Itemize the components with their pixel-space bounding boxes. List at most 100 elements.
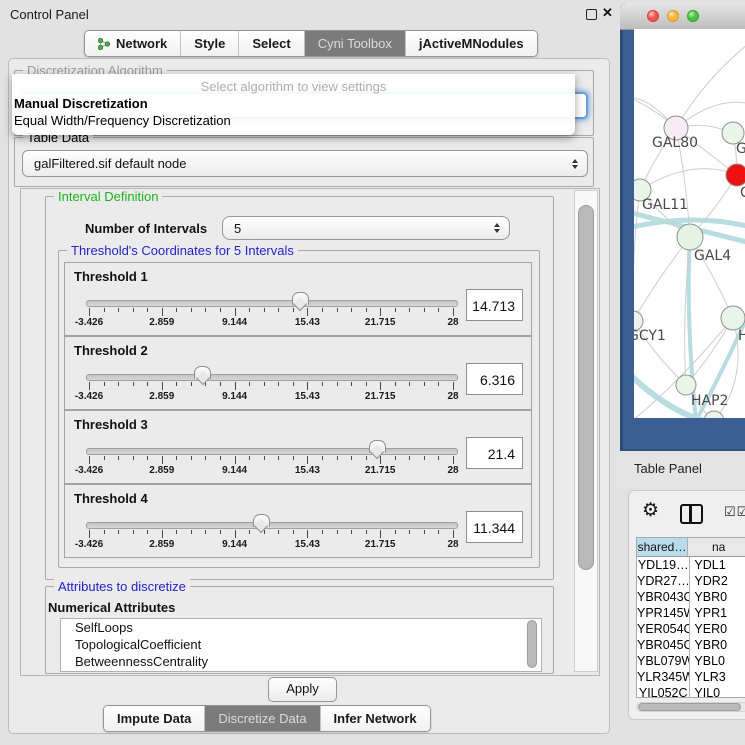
tab-discretize-data[interactable]: Discretize Data	[205, 706, 320, 731]
tick-label: 21.715	[348, 465, 412, 476]
table-cell[interactable]: YPR1	[689, 605, 745, 621]
settings-scrollbar-thumb[interactable]	[578, 205, 594, 570]
tick-mark	[278, 308, 279, 312]
table-row[interactable]: YBR043CYBR0	[637, 589, 745, 605]
slider-track[interactable]	[86, 300, 458, 307]
table-data-combobox[interactable]: galFiltered.sif default node	[22, 150, 588, 177]
tick-mark	[176, 382, 177, 386]
table-row[interactable]: YBL079WYBL0	[637, 653, 745, 669]
tick-mark	[220, 308, 221, 312]
window-title: Control Panel	[10, 7, 89, 22]
table-cell[interactable]: YER054C	[637, 621, 689, 637]
table-cell[interactable]: YPR145W	[637, 605, 689, 621]
tab-label: jActiveMNodules	[419, 36, 524, 51]
table-row[interactable]: YDL19…YDL1	[637, 557, 745, 573]
table-cell[interactable]: YIL0	[689, 685, 745, 697]
slider-thumb[interactable]	[194, 366, 211, 379]
tick-mark	[205, 530, 206, 534]
table-cell[interactable]: YBR0	[689, 637, 745, 653]
table-cell[interactable]: YLR345W	[637, 669, 689, 685]
close-icon[interactable]: ✕	[602, 5, 613, 21]
tick-mark	[322, 456, 323, 460]
attributes-group-title: Attributes to discretize	[54, 579, 190, 594]
table-cell[interactable]: YBR045C	[637, 637, 689, 653]
network-node-hap2[interactable]	[676, 375, 696, 395]
table-cell[interactable]: YDR2	[689, 573, 745, 589]
slider-thumb[interactable]	[253, 514, 270, 527]
table-panel: ⚙ ☑☑ shared…na YDL19…YDL1YDR27…YDR2YBR04…	[628, 490, 745, 720]
attribute-item-topologicalcoefficient[interactable]: TopologicalCoefficient	[61, 636, 541, 653]
network-node-gal4[interactable]	[677, 224, 703, 250]
table-cell[interactable]: YDL1	[689, 557, 745, 573]
table-cell[interactable]: YER0	[689, 621, 745, 637]
table-cell[interactable]: YLR3	[689, 669, 745, 685]
checkbox-icons[interactable]: ☑☑	[724, 504, 745, 520]
table-cell[interactable]: YBL079W	[637, 653, 689, 669]
slider-track[interactable]	[86, 448, 458, 455]
slider-track[interactable]	[86, 374, 458, 381]
apply-button[interactable]: Apply	[268, 677, 337, 702]
tick-mark	[147, 382, 148, 386]
tick-mark	[424, 456, 425, 460]
tab-style[interactable]: Style	[181, 31, 239, 56]
network-node-h[interactable]	[721, 306, 745, 330]
traffic-light-minimize-icon[interactable]	[667, 10, 679, 22]
table-cell[interactable]: YBR0	[689, 589, 745, 605]
network-canvas[interactable]: GAL80GACGAL11GAL4GCY1HHAP2	[634, 29, 745, 418]
number-of-intervals-combobox[interactable]: 5	[222, 216, 510, 240]
gear-icon[interactable]: ⚙	[642, 499, 659, 522]
algorithm-option-manual-discretization[interactable]: Manual Discretization	[14, 96, 148, 111]
attribute-item-selfloops[interactable]: SelfLoops	[61, 619, 541, 636]
table-cell[interactable]: YIL052C	[637, 685, 689, 697]
slider-track[interactable]	[86, 522, 458, 529]
tab-network[interactable]: Network	[85, 31, 181, 56]
tick-mark	[133, 382, 134, 386]
tab-select[interactable]: Select	[239, 31, 304, 56]
tick-mark	[220, 530, 221, 534]
network-node-c[interactable]	[726, 164, 745, 186]
thresholds-group-title: Threshold's Coordinates for 5 Intervals	[67, 243, 298, 258]
tab-jactivemnodules[interactable]: jActiveMNodules	[406, 31, 537, 56]
traffic-light-close-icon[interactable]	[647, 10, 659, 22]
tab-infer-network[interactable]: Infer Network	[321, 706, 430, 731]
tick-mark	[191, 456, 192, 460]
tick-mark	[293, 382, 294, 386]
table-cell[interactable]: YDR27…	[637, 573, 689, 589]
table-cell[interactable]: YBR043C	[637, 589, 689, 605]
slider-thumb[interactable]	[369, 440, 386, 453]
table-cell[interactable]: YDL19…	[637, 557, 689, 573]
tick-mark	[293, 530, 294, 534]
table-row[interactable]: YIL052CYIL0	[637, 685, 745, 697]
columns-icon[interactable]	[680, 504, 703, 524]
table-row[interactable]: YBR045CYBR0	[637, 637, 745, 653]
table-row[interactable]: YLR345WYLR3	[637, 669, 745, 685]
float-panel-icon[interactable]	[586, 9, 597, 20]
tick-mark	[424, 308, 425, 312]
table-row[interactable]: YER054CYER0	[637, 621, 745, 637]
threshold-value-input[interactable]: 6.316	[466, 363, 523, 395]
tick-mark	[337, 308, 338, 312]
tab-impute-data[interactable]: Impute Data	[104, 706, 205, 731]
number-of-intervals-label: Number of Intervals	[85, 221, 207, 236]
network-edge	[676, 39, 745, 128]
threshold-value-input[interactable]: 21.4	[466, 437, 523, 469]
table-column-header-na[interactable]: na	[687, 538, 745, 556]
tick-mark	[366, 382, 367, 386]
threshold-value-input[interactable]: 14.713	[466, 289, 523, 321]
table-row[interactable]: YPR145WYPR1	[637, 605, 745, 621]
attribute-item-betweennesscentrality[interactable]: BetweennessCentrality	[61, 653, 541, 670]
threshold-value-input[interactable]: 11.344	[466, 511, 523, 543]
table-cell[interactable]: YBL0	[689, 653, 745, 669]
algorithm-option-equal-width-frequency-discretization[interactable]: Equal Width/Frequency Discretization	[14, 113, 231, 128]
table-hscrollbar-thumb[interactable]	[638, 703, 741, 711]
tick-mark	[278, 382, 279, 386]
tab-cyni-toolbox[interactable]: Cyni Toolbox	[305, 31, 406, 56]
attributes-scrollbar-thumb[interactable]	[527, 620, 537, 668]
slider-thumb[interactable]	[292, 292, 309, 305]
network-icon	[98, 37, 111, 51]
table-column-header-shared[interactable]: shared…	[637, 538, 687, 556]
network-node-label: GAL4	[694, 248, 731, 264]
traffic-light-zoom-icon[interactable]	[687, 10, 699, 22]
table-row[interactable]: YDR27…YDR2	[637, 573, 745, 589]
tick-mark	[118, 456, 119, 460]
